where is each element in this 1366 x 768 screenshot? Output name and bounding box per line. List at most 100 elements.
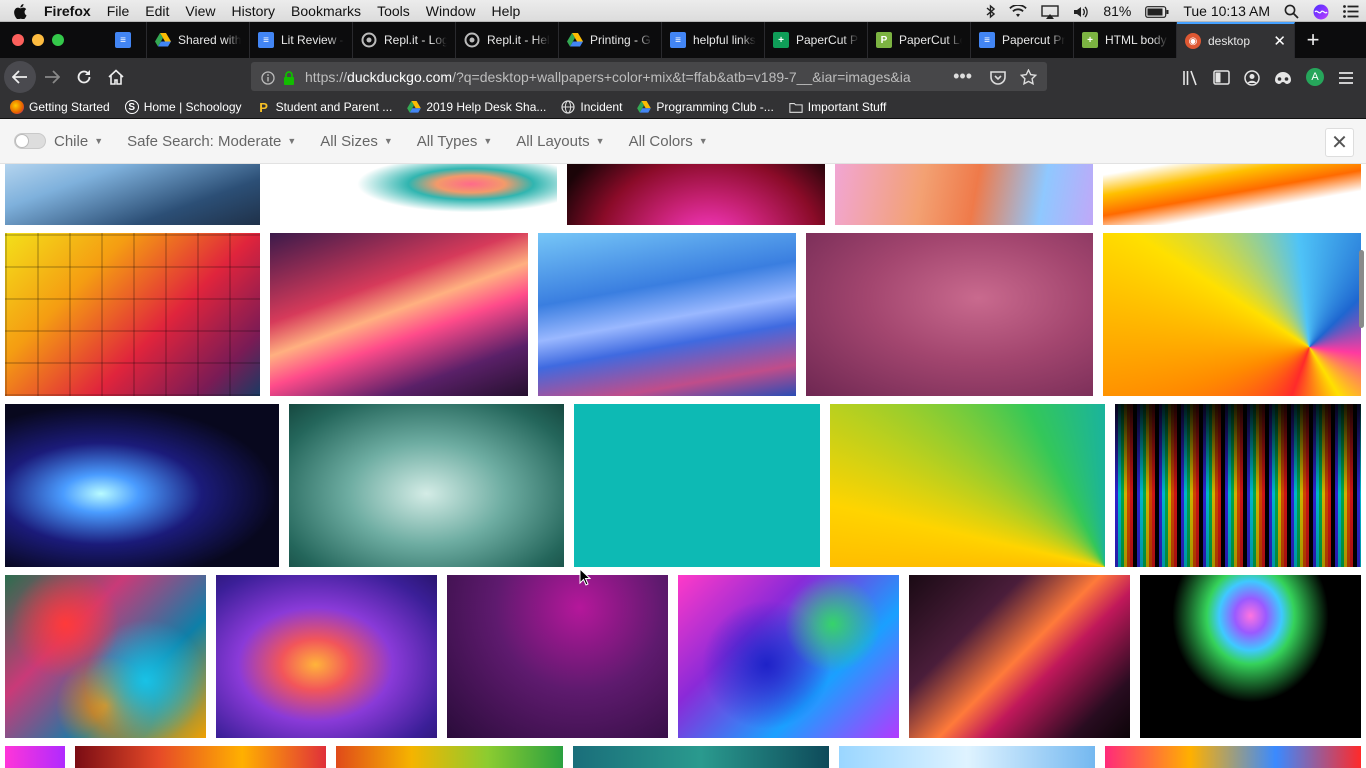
apple-menu-icon[interactable] [0,2,40,19]
image-result-thumbnail[interactable] [909,575,1130,738]
tab-papercut-p[interactable]: + PaperCut P [765,22,868,58]
spotlight-search-icon[interactable] [1277,0,1306,22]
profile-avatar[interactable]: A [1306,68,1324,86]
tab-shared-with[interactable]: Shared with [147,22,250,58]
home-button[interactable] [100,61,132,93]
image-result-thumbnail[interactable] [1103,233,1361,396]
image-result-thumbnail[interactable] [574,404,820,567]
library-icon[interactable] [1182,68,1199,85]
menu-window[interactable]: Window [418,0,484,22]
image-result-thumbnail[interactable] [216,575,437,738]
image-result-thumbnail[interactable] [336,746,563,768]
menu-history[interactable]: History [223,0,283,22]
image-result-thumbnail[interactable] [1140,575,1361,738]
bookmark-help-desk[interactable]: 2019 Help Desk Sha... [407,100,546,114]
reload-button[interactable] [68,61,100,93]
bookmark-folder-important-stuff[interactable]: Important Stuff [789,100,886,114]
bookmark-star-icon[interactable] [1014,68,1047,86]
forward-button[interactable] [36,61,68,93]
image-result-thumbnail[interactable] [835,164,1093,225]
menu-bookmarks[interactable]: Bookmarks [283,0,369,22]
url-text[interactable]: https://duckduckgo.com/?q=desktop+wallpa… [305,69,943,85]
image-result-thumbnail[interactable] [830,404,1105,567]
image-result-thumbnail[interactable] [289,404,564,567]
close-window-icon[interactable] [12,34,24,46]
tab-docs[interactable]: ≡ [107,22,147,58]
bookmark-programming-club[interactable]: Programming Club -... [637,100,774,114]
bookmark-getting-started[interactable]: Getting Started [10,100,110,114]
schoology-icon: S [124,100,139,114]
menu-tools[interactable]: Tools [369,0,418,22]
account-icon[interactable] [1244,68,1260,86]
image-result-thumbnail[interactable] [678,575,899,738]
siri-icon[interactable] [1306,0,1336,22]
image-result-thumbnail[interactable] [270,164,557,225]
size-filter-dropdown[interactable]: All Sizes ▼ [320,133,392,150]
image-result-thumbnail[interactable] [806,233,1093,396]
image-result-thumbnail[interactable] [1115,404,1361,567]
image-result-thumbnail[interactable] [5,746,65,768]
image-result-thumbnail[interactable] [839,746,1095,768]
page-info-icon[interactable] [261,68,275,85]
battery-icon[interactable] [1138,0,1176,22]
menu-view[interactable]: View [177,0,223,22]
image-result-thumbnail[interactable] [1103,164,1361,225]
tab-desktop-active[interactable]: ◉ desktop ✕ [1177,22,1295,58]
globe-icon [561,100,575,114]
zoom-window-icon[interactable] [52,34,64,46]
image-result-thumbnail[interactable] [447,575,668,738]
bookmark-incident[interactable]: Incident [561,100,622,114]
image-result-thumbnail[interactable] [75,746,326,768]
type-filter-dropdown[interactable]: All Types ▼ [417,133,493,150]
tab-papercut-lo[interactable]: P PaperCut Lo [868,22,971,58]
color-filter-dropdown[interactable]: All Colors ▼ [629,133,708,150]
layout-filter-dropdown[interactable]: All Layouts ▼ [516,133,604,150]
app-menu[interactable]: Firefox [40,0,99,22]
mouse-cursor-icon [579,567,592,591]
back-button[interactable] [4,61,36,93]
hamburger-menu-icon[interactable] [1338,69,1354,86]
tab-html-body[interactable]: + HTML body [1074,22,1177,58]
private-browsing-extension-icon[interactable] [1274,69,1292,86]
tab-replit-help[interactable]: Repl.it - Hel [456,22,559,58]
image-result-thumbnail[interactable] [1105,746,1361,768]
clock[interactable]: Tue 10:13 AM [1176,0,1277,22]
new-tab-button[interactable]: + [1295,22,1331,58]
image-result-thumbnail[interactable] [538,233,796,396]
tab-label: helpful links [693,33,756,47]
bookmark-student-parent[interactable]: P Student and Parent ... [257,100,392,115]
airplay-icon[interactable] [1034,0,1066,22]
tab-papercut-pr[interactable]: ≡ Papercut Pr [971,22,1074,58]
region-dropdown[interactable]: Chile ▼ [54,133,103,150]
page-actions-icon[interactable]: ••• [943,66,982,87]
image-result-thumbnail[interactable] [5,404,279,567]
tab-printing[interactable]: Printing - G [559,22,662,58]
tab-helpful-links[interactable]: ≡ helpful links [662,22,765,58]
image-result-thumbnail[interactable] [5,233,260,396]
menu-file[interactable]: File [99,0,138,22]
image-result-thumbnail[interactable] [270,233,528,396]
volume-icon[interactable] [1066,0,1096,22]
image-result-thumbnail[interactable] [573,746,829,768]
menu-edit[interactable]: Edit [137,0,177,22]
region-toggle[interactable] [14,133,46,149]
sidebar-icon[interactable] [1213,69,1230,86]
close-tab-icon[interactable]: ✕ [1273,32,1286,50]
tab-lit-review[interactable]: ≡ Lit Review - [250,22,353,58]
url-bar[interactable]: https://duckduckgo.com/?q=desktop+wallpa… [251,62,1047,91]
safe-search-dropdown[interactable]: Safe Search: Moderate ▼ [127,133,296,150]
pocket-icon[interactable] [982,68,1014,85]
battery-percent: 81% [1103,2,1132,19]
page-scrollbar[interactable] [1359,250,1364,328]
menu-help[interactable]: Help [484,0,529,22]
image-result-thumbnail[interactable] [567,164,825,225]
image-result-thumbnail[interactable] [5,575,206,738]
close-filters-button[interactable]: ✕ [1325,128,1354,157]
tab-replit-log[interactable]: Repl.it - Log [353,22,456,58]
image-result-thumbnail[interactable] [5,164,260,225]
bluetooth-icon[interactable] [979,0,1002,22]
wifi-icon[interactable] [1002,0,1034,22]
minimize-window-icon[interactable] [32,34,44,46]
bookmark-schoology[interactable]: S Home | Schoology [124,100,242,114]
notification-center-icon[interactable] [1336,0,1366,22]
